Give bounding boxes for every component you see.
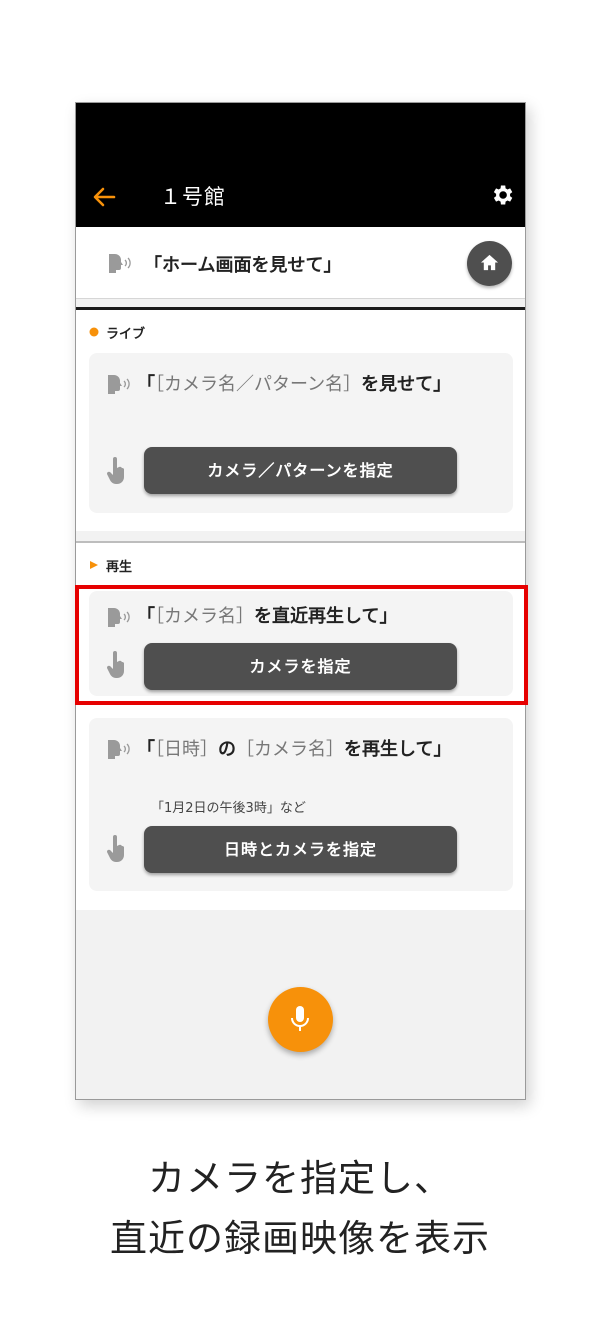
live-command-phrase: 「［カメラ名／パターン名］を見せて」 [137,369,495,400]
live-section-label: ライブ [106,327,146,342]
status-bar [76,103,525,165]
home-command-row: 「ホーム画面を見せて」 [76,227,525,299]
gear-icon[interactable] [489,182,515,208]
example-hint: 「1月2日の午後3時」など [151,801,306,816]
datetime-playback-phrase: 「［日時］の［カメラ名］を再生して」 [137,734,495,765]
voice-input-button[interactable] [268,987,333,1052]
speaking-head-icon [108,740,130,759]
placeholder-camera: ［カメラ名］ [236,739,344,760]
tap-finger-icon [106,835,124,862]
page-title: １号館 [160,185,226,209]
specify-datetime-camera-button[interactable]: 日時とカメラを指定 [144,826,457,873]
placeholder-datetime: ［日時］ [155,739,218,760]
command-text: を再生して」 [344,739,452,760]
tap-finger-icon [106,457,124,484]
home-icon [480,254,499,271]
placeholder-camera-pattern: ［カメラ名／パターン名］ [155,374,362,395]
speaking-head-icon [109,254,131,273]
orange-dot-icon [89,327,99,337]
speaking-head-icon [108,375,130,394]
microphone-icon [291,1006,309,1031]
arrow-left-icon[interactable] [90,183,118,211]
highlight-frame [75,585,528,705]
play-triangle-icon [90,561,98,569]
command-text: を見せて」 [361,374,452,395]
specify-camera-pattern-button[interactable]: カメラ／パターンを指定 [144,447,457,494]
caption-line-1: カメラを指定し、 [148,1157,452,1200]
playback-section-label: 再生 [106,560,133,575]
quote-open: 「 [137,374,155,395]
live-section: ライブ 「［カメラ名／パターン名］を見せて」 カメラ／パターンを指定 [76,310,525,531]
datetime-playback-card: 「［日時］の［カメラ名］を再生して」 「1月2日の午後3時」など 日時とカメラを… [89,718,513,891]
home-command-phrase: 「ホーム画面を見せて」 [144,255,342,276]
caption-line-2: 直近の録画映像を表示 [110,1217,490,1260]
home-button[interactable] [467,241,512,286]
quote-open: 「 [137,739,155,760]
app-header: １号館 [76,165,525,227]
live-command-card: 「［カメラ名／パターン名］を見せて」 カメラ／パターンを指定 [89,353,513,513]
particle-text: の [218,739,236,760]
